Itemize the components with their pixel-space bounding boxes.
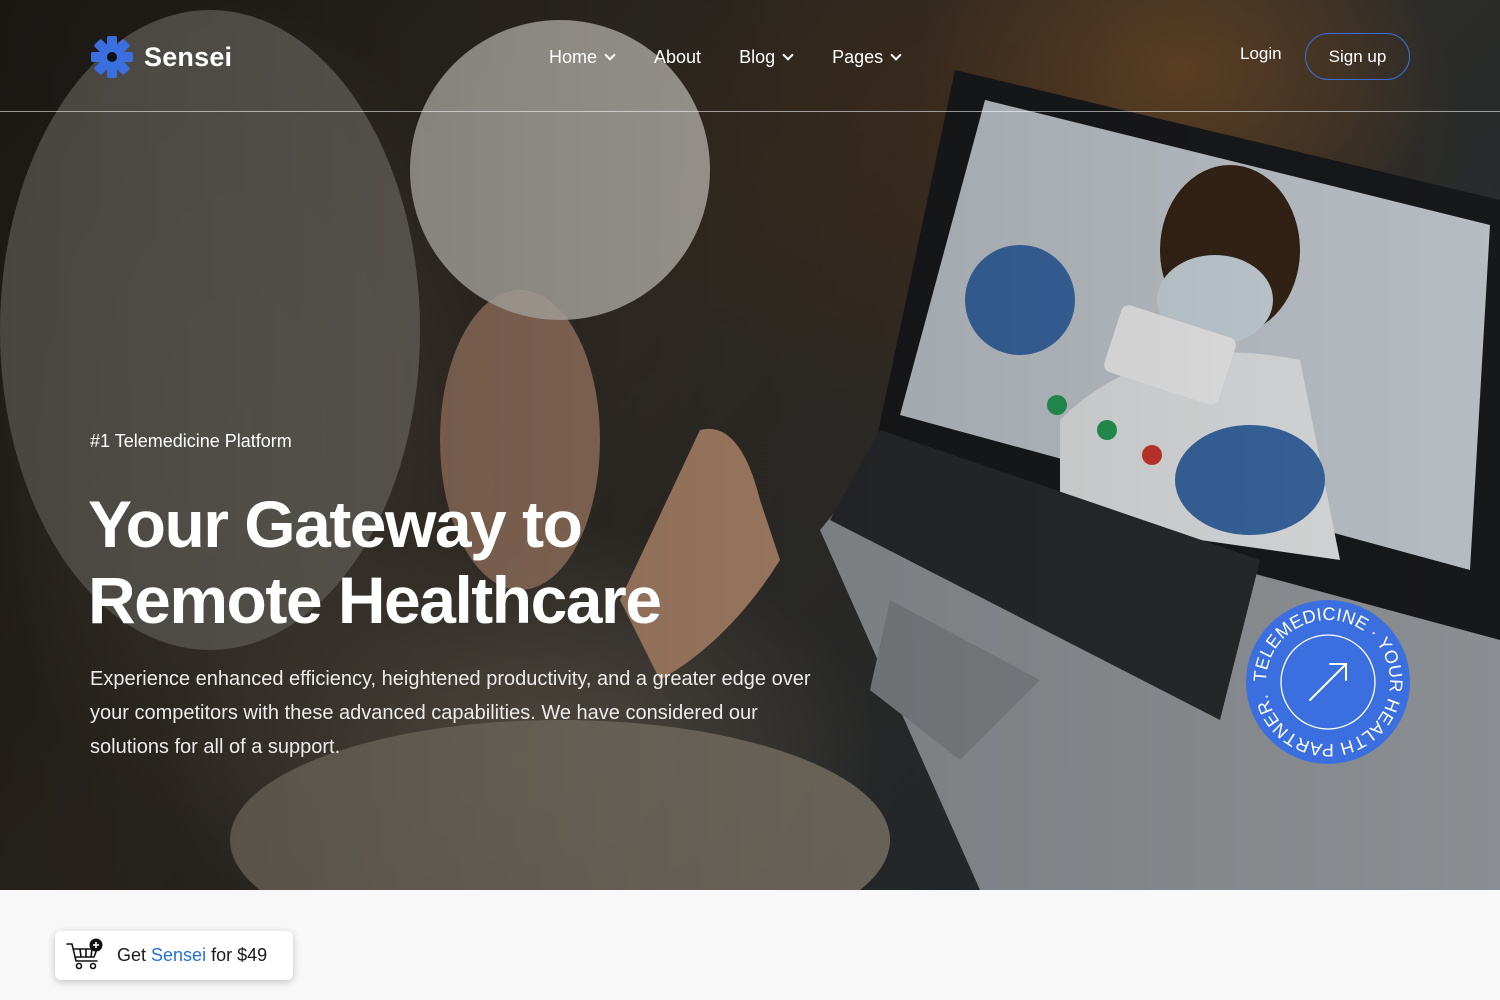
nav-item-home[interactable]: Home [549,44,616,70]
hero-headline-line-2: Remote Healthcare [88,563,662,637]
nav-item-label: About [654,46,702,67]
buy-template-button[interactable]: Get Sensei for $49 [55,931,293,980]
hero-headline-line-1: Your Gateway to [88,487,583,561]
nav-item-label: Pages [832,46,884,67]
hero-eyebrow: #1 Telemedicine Platform [90,431,292,451]
brand-name: Sensei [144,41,233,72]
chevron-down-icon [604,49,616,61]
buy-prefix: Get [117,945,147,965]
nav-item-pages[interactable]: Pages [832,44,902,70]
nav-item-blog[interactable]: Blog [739,44,794,70]
cart-plus-icon [66,938,103,970]
brand-logo[interactable]: Sensei [90,35,232,79]
chevron-down-icon [890,49,902,61]
buy-brand: Sensei [151,945,207,965]
hero-headline: Your Gateway to Remote Healthcare [88,486,808,638]
nav-item-label: Home [549,46,598,67]
login-link[interactable]: Login [1240,44,1282,68]
chevron-down-icon [782,49,794,61]
buy-price: for $49 [211,945,268,965]
top-navbar: Sensei Home About Blog Pages Login Sign … [0,0,1500,112]
hero-description: Experience enhanced efficiency, heighten… [90,668,811,758]
buy-template-label: Get Sensei for $49 [117,945,267,966]
signup-button[interactable]: Sign up [1305,33,1410,80]
nav-item-about[interactable]: About [654,44,701,70]
main-menu: Home About Blog Pages [549,44,902,70]
gear-icon [91,36,133,78]
rotating-badge[interactable]: TELEMEDICINE · YOUR HEALTH PARTNER. [1246,600,1410,764]
nav-item-label: Blog [739,46,776,67]
